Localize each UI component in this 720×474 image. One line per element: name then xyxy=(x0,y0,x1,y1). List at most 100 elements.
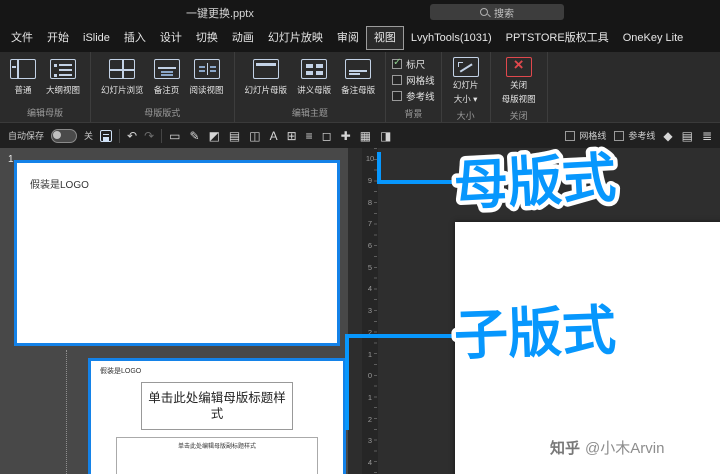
toolbar-icon[interactable]: A xyxy=(270,130,278,142)
layout-tree-line xyxy=(66,350,67,474)
search-placeholder: 搜索 xyxy=(494,8,514,20)
quick-access-toolbar: 自动保存 关 ↶ ↷ ▭ ✎ ◩ ▤ ◫ A ⊞ ≡ ◻ ✚ ▦ ◨ 网格线 参考线 ◆ ▤ ≣ xyxy=(0,122,720,148)
undo-button[interactable]: ↶ xyxy=(127,130,137,142)
ribbon-group-背景: 标尺网格线参考线背景 xyxy=(386,52,442,122)
ribbon-button-备注母版[interactable]: 备注母版 xyxy=(337,55,379,98)
tab-切换[interactable]: 切换 xyxy=(189,27,225,49)
tab-文件[interactable]: 文件 xyxy=(4,27,40,49)
logo-text: 假装是LOGO xyxy=(100,368,142,375)
tab-动画[interactable]: 动画 xyxy=(225,27,261,49)
ribbon-group-关闭: 关闭母版视图关闭 xyxy=(491,52,548,122)
notes-page-icon xyxy=(153,59,180,79)
gridlines-checkbox[interactable]: 网格线 xyxy=(565,129,606,143)
ribbon-group-label: 背景 xyxy=(404,109,423,119)
ribbon-button-普通[interactable]: 普通 xyxy=(6,55,40,98)
title-placeholder: 单击此处编辑母版标题样式 xyxy=(141,382,293,430)
ribbon-group-label: 编辑母版 xyxy=(27,108,64,118)
tab-幻灯片放映[interactable]: 幻灯片放映 xyxy=(261,27,330,49)
ruler-number: 6 xyxy=(367,241,373,251)
powerpoint-window: 一键更换.pptx 搜索 文件 开始 iSlide 插入 设计 切换 动画 幻灯片放映 审阅 视图… xyxy=(0,0,720,474)
close-master-icon xyxy=(505,55,532,77)
toolbar-icon[interactable]: ▭ xyxy=(169,130,180,142)
tab-OneKey Lite[interactable]: OneKey Lite xyxy=(616,27,691,49)
ribbon-button-幻灯片母版[interactable]: 幻灯片母版 xyxy=(241,55,292,98)
command-icons: ▭ ✎ ◩ ▤ ◫ A ⊞ ≡ ◻ ✚ ▦ ◨ xyxy=(169,130,391,142)
toolbar-icon[interactable]: ▤ xyxy=(682,130,693,142)
checkbox-label: 标尺 xyxy=(406,60,426,71)
checkbox-icon[interactable] xyxy=(614,130,625,141)
ribbon-button-label: 备注母版 xyxy=(341,85,376,95)
ribbon-button-label: 普通 xyxy=(14,85,32,95)
checkbox-icon[interactable] xyxy=(392,57,403,69)
vertical-ruler: 10 9 8 7 6 5 4 3 2 1 0 1 2 3 4 xyxy=(362,148,378,474)
toolbar-icon[interactable]: ◩ xyxy=(209,130,220,142)
checkbox-label: 网格线 xyxy=(406,76,435,87)
ribbon-group-编辑母版: 普通 大纲视图编辑母版 xyxy=(0,52,92,122)
slide-number: 1 xyxy=(8,154,14,165)
ruler-number: 2 xyxy=(367,327,373,337)
watermark-brand: 知乎 xyxy=(550,440,581,457)
ribbon-group-label: 编辑主题 xyxy=(291,108,328,118)
toolbar-icon[interactable]: ◆ xyxy=(663,130,672,142)
ribbon-button-阅读视图[interactable]: 阅读视图 xyxy=(186,55,228,98)
toolbar-icon[interactable]: ✎ xyxy=(190,130,200,142)
search-icon xyxy=(480,8,488,16)
ribbon-checkbox-网格线[interactable]: 网格线 xyxy=(392,73,435,87)
guides-label: 参考线 xyxy=(628,131,656,141)
redo-button[interactable]: ↷ xyxy=(144,130,154,142)
ribbon-groups: 普通 大纲视图 编辑母版 幻灯片浏览 备注页 阅读视图 母版版式 幻灯片母版 讲义母版 备注母版编… xyxy=(0,52,548,122)
toolbar-icon[interactable]: ✚ xyxy=(341,130,351,142)
toolbar-icon[interactable]: ▤ xyxy=(229,130,240,142)
tab-视图[interactable]: 视图 xyxy=(365,26,404,50)
master-slide-thumbnail[interactable]: 假装是LOGO xyxy=(14,160,340,346)
ribbon-button-关闭母版视图[interactable]: 关闭母版视图 xyxy=(497,55,541,105)
ruler-number: 10 xyxy=(365,154,375,164)
ribbon-button-label: 关闭 xyxy=(510,80,528,90)
toolbar-right-cluster: 网格线 参考线 ◆ ▤ ≣ xyxy=(565,129,712,143)
editing-canvas xyxy=(378,148,720,474)
tab-LvyhTools(1031)[interactable]: LvyhTools(1031) xyxy=(404,27,499,49)
autosave-toggle[interactable] xyxy=(51,128,78,143)
ribbon-button-幻灯片浏览[interactable]: 幻灯片浏览 xyxy=(97,55,148,98)
tab-PPTSTORE版权工具[interactable]: PPTSTORE版权工具 xyxy=(499,27,616,49)
ruler-number: 4 xyxy=(367,284,373,294)
toolbar-icon[interactable]: ▦ xyxy=(360,130,371,142)
save-icon[interactable] xyxy=(100,129,113,142)
layout-slide-thumbnail[interactable]: 假装是LOGO 单击此处编辑母版标题样式 单击此处编辑母版副标题样式 xyxy=(88,358,346,474)
toolbar-icon[interactable]: ◻ xyxy=(322,130,332,142)
ribbon-button-备注页[interactable]: 备注页 xyxy=(150,55,184,98)
slide-size-icon xyxy=(452,57,479,77)
tab-设计[interactable]: 设计 xyxy=(153,27,189,49)
toolbar-icon[interactable]: ⊞ xyxy=(287,130,297,142)
toolbar-icon[interactable]: ◨ xyxy=(380,130,391,142)
toolbar-icon[interactable]: ≣ xyxy=(702,130,712,142)
ribbon-button-label: 母版视图 xyxy=(501,94,536,104)
checkbox-icon[interactable] xyxy=(565,130,576,141)
toolbar-icon[interactable]: ◫ xyxy=(249,130,260,142)
search-input[interactable]: 搜索 xyxy=(430,4,564,20)
ribbon-button-label: 阅读视图 xyxy=(189,85,224,95)
ribbon-button-幻灯片大小[interactable]: 幻灯片 大小 ▾ xyxy=(448,55,484,105)
slide-master-icon xyxy=(252,59,279,79)
checkbox-icon[interactable] xyxy=(392,91,403,101)
tab-插入[interactable]: 插入 xyxy=(117,27,153,49)
guides-checkbox[interactable]: 参考线 xyxy=(614,129,655,143)
ribbon-group-母版版式: 幻灯片浏览 备注页 阅读视图 母版版式 xyxy=(91,52,235,122)
ruler-number: 3 xyxy=(367,306,373,316)
tab-iSlide[interactable]: iSlide xyxy=(76,27,117,49)
ribbon-button-讲义母版[interactable]: 讲义母版 xyxy=(293,55,335,98)
toolbar-icon[interactable]: ≡ xyxy=(306,130,313,142)
master-callout-line-horizontal xyxy=(377,180,453,184)
ruler-number: 1 xyxy=(367,349,373,359)
ribbon-button-大纲视图[interactable]: 大纲视图 xyxy=(42,55,84,98)
tab-开始[interactable]: 开始 xyxy=(40,27,76,49)
ribbon-button-label: 备注页 xyxy=(153,85,180,95)
menu-tabs: 文件 开始 iSlide 插入 设计 切换 动画 幻灯片放映 审阅 视图 LvyhTools(103… xyxy=(0,24,720,52)
ribbon-checkbox-标尺[interactable]: 标尺 xyxy=(392,57,425,71)
watermark-handle: @小木Arvin xyxy=(585,440,665,457)
ribbon-checkbox-参考线[interactable]: 参考线 xyxy=(392,89,435,103)
outline-view-icon xyxy=(50,59,76,79)
checkbox-icon[interactable] xyxy=(392,75,403,85)
tab-审阅[interactable]: 审阅 xyxy=(330,27,366,49)
right-icons: ◆ ▤ ≣ xyxy=(663,130,712,142)
